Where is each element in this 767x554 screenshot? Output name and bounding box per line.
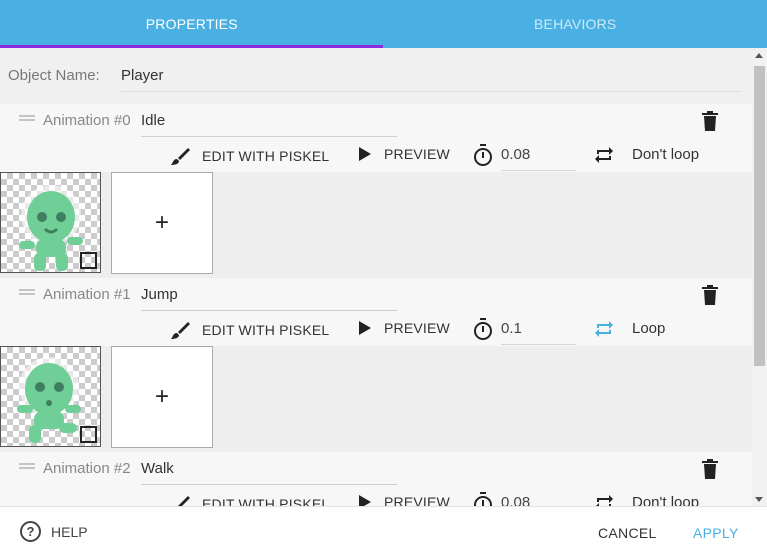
- repeat-icon[interactable]: [594, 146, 614, 164]
- edit-with-piskel-button[interactable]: EDIT WITH PISKEL: [170, 494, 329, 506]
- edit-with-piskel-label: EDIT WITH PISKEL: [202, 148, 330, 164]
- trash-icon[interactable]: [701, 285, 719, 305]
- add-frame-button[interactable]: +: [111, 172, 213, 274]
- paintbrush-icon: [171, 148, 190, 165]
- animation-name-input[interactable]: Idle: [141, 112, 165, 129]
- edit-with-piskel-button[interactable]: EDIT WITH PISKEL: [170, 320, 329, 340]
- frame-select-checkbox[interactable]: [80, 426, 97, 443]
- animation-header: Animation #0 Idle EDIT WITH PISKEL PREVI…: [0, 104, 752, 172]
- frame-select-checkbox[interactable]: [80, 252, 97, 269]
- scroll-down-arrow-icon[interactable]: [755, 497, 763, 502]
- scrollbar[interactable]: [752, 48, 767, 506]
- animation-name-underline: [141, 484, 397, 485]
- apply-button[interactable]: APPLY: [693, 525, 739, 541]
- stopwatch-icon: [474, 318, 492, 340]
- sprite-frame[interactable]: [0, 172, 101, 273]
- animation-header: Animation #2 Walk EDIT WITH PISKEL PREVI…: [0, 452, 752, 506]
- preview-button[interactable]: PREVIEW: [358, 320, 450, 336]
- frame-duration-input[interactable]: 0.1: [501, 320, 522, 337]
- stopwatch-icon: [474, 144, 492, 166]
- animation-name-underline: [141, 136, 397, 137]
- drag-handle-icon[interactable]: [19, 289, 35, 295]
- frame-duration-input[interactable]: 0.08: [501, 146, 530, 163]
- play-icon: [359, 321, 371, 335]
- preview-button[interactable]: PREVIEW: [358, 494, 450, 506]
- frame-duration-underline: [501, 344, 576, 345]
- play-icon: [359, 495, 371, 506]
- loop-toggle-label[interactable]: Don't loop: [632, 494, 699, 506]
- paintbrush-icon: [178, 496, 190, 506]
- object-name-row: Object Name: Player: [0, 48, 752, 104]
- play-icon: [359, 147, 371, 161]
- object-name-input[interactable]: Player: [121, 67, 164, 84]
- preview-label: PREVIEW: [384, 494, 450, 506]
- repeat-icon[interactable]: [594, 320, 614, 338]
- sprite-frame[interactable]: [0, 346, 101, 447]
- cancel-button[interactable]: CANCEL: [598, 525, 657, 541]
- paintbrush-icon: [171, 322, 190, 339]
- animation-name-input[interactable]: Jump: [141, 286, 178, 303]
- help-circle-icon: ?: [20, 521, 41, 542]
- frames-row: +: [0, 172, 752, 278]
- tab-bar: PROPERTIES BEHAVIORS: [0, 0, 767, 48]
- dialog-footer: ? HELP CANCEL APPLY: [0, 506, 767, 554]
- edit-with-piskel-button[interactable]: EDIT WITH PISKEL: [170, 146, 329, 166]
- loop-toggle-label[interactable]: Loop: [632, 320, 665, 337]
- drag-handle-icon[interactable]: [19, 463, 35, 469]
- animation-title: Animation #2: [43, 460, 131, 477]
- edit-with-piskel-label: EDIT WITH PISKEL: [202, 496, 330, 506]
- edit-with-piskel-label: EDIT WITH PISKEL: [202, 322, 330, 338]
- trash-icon[interactable]: [701, 459, 719, 479]
- object-name-underline: [121, 91, 741, 92]
- preview-button[interactable]: PREVIEW: [358, 146, 450, 162]
- preview-label: PREVIEW: [384, 320, 450, 336]
- help-button[interactable]: ? HELP: [20, 521, 88, 542]
- add-frame-button[interactable]: +: [111, 346, 213, 448]
- stopwatch-icon: [474, 492, 492, 506]
- tab-behaviors[interactable]: BEHAVIORS: [384, 0, 767, 48]
- repeat-icon[interactable]: [594, 494, 614, 506]
- frame-duration-underline: [501, 170, 576, 171]
- preview-label: PREVIEW: [384, 146, 450, 162]
- animation-name-underline: [141, 310, 397, 311]
- scroll-up-arrow-icon[interactable]: [755, 53, 763, 58]
- animation-header: Animation #1 Jump EDIT WITH PISKEL PREVI…: [0, 278, 752, 346]
- animation-title: Animation #1: [43, 286, 131, 303]
- tab-properties[interactable]: PROPERTIES: [0, 0, 384, 48]
- frames-row: +: [0, 346, 752, 452]
- loop-toggle-label[interactable]: Don't loop: [632, 146, 699, 163]
- frame-duration-input[interactable]: 0.08: [501, 494, 530, 506]
- trash-icon[interactable]: [701, 111, 719, 131]
- help-label: HELP: [51, 523, 88, 540]
- drag-handle-icon[interactable]: [19, 115, 35, 121]
- animation-title: Animation #0: [43, 112, 131, 129]
- animation-name-input[interactable]: Walk: [141, 460, 174, 477]
- object-name-label: Object Name:: [8, 67, 100, 84]
- scrollbar-thumb[interactable]: [754, 66, 765, 366]
- properties-panel: Object Name: Player Animation #0 Idle ED…: [0, 48, 752, 506]
